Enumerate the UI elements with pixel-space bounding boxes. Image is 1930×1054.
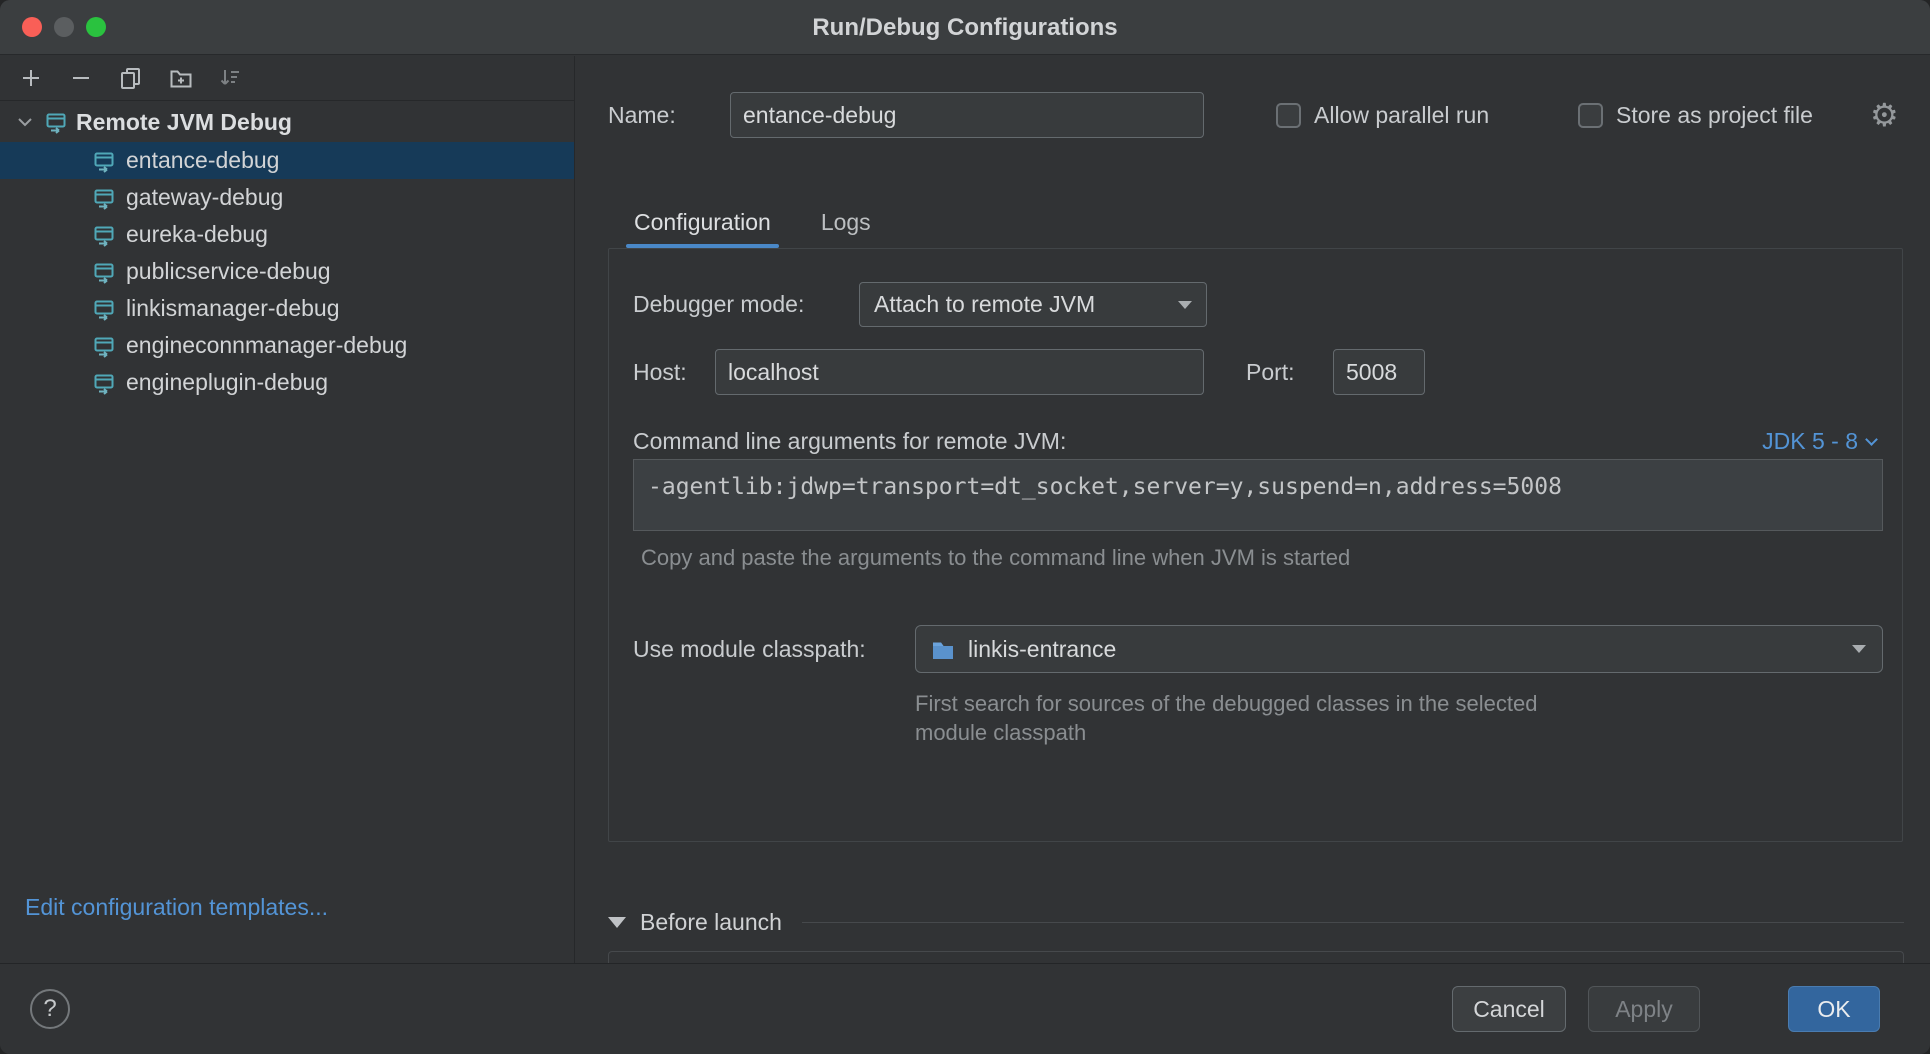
- remote-debug-icon: [92, 260, 116, 284]
- host-label: Host:: [633, 349, 687, 395]
- checkbox-icon: [1578, 103, 1603, 128]
- cmdline-arguments-box[interactable]: -agentlib:jdwp=transport=dt_socket,serve…: [633, 459, 1883, 531]
- module-classpath-hint-line: First search for sources of the debugged…: [915, 689, 1537, 718]
- before-launch-divider: [802, 922, 1904, 923]
- remote-debug-icon: [44, 110, 68, 134]
- remote-debug-icon: [92, 223, 116, 247]
- close-button[interactable]: [22, 17, 42, 37]
- add-configuration-button[interactable]: [18, 65, 44, 91]
- ok-button[interactable]: OK: [1788, 986, 1880, 1032]
- copy-configuration-button[interactable]: [118, 65, 144, 91]
- allow-parallel-run-checkbox[interactable]: Allow parallel run: [1276, 92, 1489, 138]
- footer-buttons: Cancel Apply OK: [1452, 986, 1880, 1032]
- tree-item-engineconnmanager-debug[interactable]: engineconnmanager-debug: [0, 327, 574, 364]
- sidebar-toolbar: [0, 56, 574, 101]
- chevron-down-icon[interactable]: [14, 111, 36, 133]
- remote-debug-icon: [92, 371, 116, 395]
- tree-item-eureka-debug[interactable]: eureka-debug: [0, 216, 574, 253]
- help-button[interactable]: ?: [30, 989, 70, 1029]
- debugger-mode-select[interactable]: Attach to remote JVM: [859, 282, 1207, 327]
- main-panel: Name: Allow parallel run Store as projec…: [576, 56, 1930, 963]
- tab-logs[interactable]: Logs: [813, 196, 879, 248]
- gear-icon[interactable]: ⚙: [1870, 97, 1899, 133]
- editor-tabs: Configuration Logs: [626, 196, 879, 248]
- sort-icon: [218, 65, 244, 91]
- copy-icon: [118, 65, 144, 91]
- cmdline-hint: Copy and paste the arguments to the comm…: [641, 545, 1350, 571]
- tree-item-engineplugin-debug[interactable]: engineplugin-debug: [0, 364, 574, 401]
- sidebar: Remote JVM Debug entance-debug gateway-d…: [0, 56, 575, 963]
- cmdline-arguments-text: -agentlib:jdwp=transport=dt_socket,serve…: [648, 474, 1868, 500]
- new-folder-icon: [168, 65, 194, 91]
- before-launch-toggle[interactable]: Before launch: [608, 902, 1904, 942]
- configuration-panel: Debugger mode: Attach to remote JVM Host…: [608, 248, 1903, 842]
- add-icon: [18, 65, 44, 91]
- window-title: Run/Debug Configurations: [0, 0, 1930, 55]
- host-field[interactable]: [715, 349, 1204, 395]
- tree-item-linkismanager-debug[interactable]: linkismanager-debug: [0, 290, 574, 327]
- tree-item-label: gateway-debug: [126, 184, 283, 211]
- store-as-project-file-label: Store as project file: [1616, 102, 1813, 129]
- tab-configuration[interactable]: Configuration: [626, 196, 779, 248]
- name-label: Name:: [608, 92, 676, 138]
- remove-configuration-button[interactable]: [68, 65, 94, 91]
- folder-icon: [930, 636, 956, 662]
- edit-templates-link[interactable]: Edit configuration templates...: [25, 894, 328, 921]
- store-as-project-file-checkbox[interactable]: Store as project file: [1578, 92, 1813, 138]
- tree-item-label: eureka-debug: [126, 221, 268, 248]
- remote-debug-icon: [92, 149, 116, 173]
- module-classpath-select[interactable]: linkis-entrance: [915, 625, 1883, 673]
- run-debug-configurations-dialog: Run/Debug Configurations: [0, 0, 1930, 1054]
- configurations-tree: Remote JVM Debug entance-debug gateway-d…: [0, 102, 574, 401]
- module-classpath-value: linkis-entrance: [968, 636, 1116, 663]
- dropdown-arrow-icon: [1852, 645, 1866, 653]
- window-titlebar: Run/Debug Configurations: [0, 0, 1930, 55]
- dropdown-arrow-icon: [1178, 301, 1192, 309]
- remove-icon: [68, 65, 94, 91]
- minimize-button[interactable]: [54, 17, 74, 37]
- debugger-mode-value: Attach to remote JVM: [874, 291, 1095, 318]
- tree-item-entance-debug[interactable]: entance-debug: [0, 142, 574, 179]
- tree-item-label: entance-debug: [126, 147, 279, 174]
- chevron-down-icon: [1865, 433, 1878, 446]
- port-label: Port:: [1246, 349, 1295, 395]
- debugger-mode-label: Debugger mode:: [633, 282, 804, 327]
- checkbox-icon: [1276, 103, 1301, 128]
- module-classpath-hint: First search for sources of the debugged…: [915, 689, 1537, 747]
- allow-parallel-run-label: Allow parallel run: [1314, 102, 1489, 129]
- name-field[interactable]: [730, 92, 1204, 138]
- tab-configuration-label: Configuration: [634, 209, 771, 235]
- tab-logs-label: Logs: [821, 209, 871, 235]
- tree-item-gateway-debug[interactable]: gateway-debug: [0, 179, 574, 216]
- tree-item-label: linkismanager-debug: [126, 295, 340, 322]
- cmdline-arguments-label: Command line arguments for remote JVM:: [633, 425, 1066, 457]
- zoom-button[interactable]: [86, 17, 106, 37]
- tree-group-label: Remote JVM Debug: [76, 109, 292, 136]
- jdk-version-label: JDK 5 - 8: [1762, 428, 1858, 455]
- remote-debug-icon: [92, 297, 116, 321]
- before-launch-label: Before launch: [640, 909, 782, 936]
- port-field[interactable]: [1333, 349, 1425, 395]
- tree-item-label: engineconnmanager-debug: [126, 332, 407, 359]
- cancel-button[interactable]: Cancel: [1452, 986, 1566, 1032]
- remote-debug-icon: [92, 334, 116, 358]
- new-folder-button[interactable]: [168, 65, 194, 91]
- tree-item-publicservice-debug[interactable]: publicservice-debug: [0, 253, 574, 290]
- module-classpath-hint-line: module classpath: [915, 718, 1537, 747]
- tree-group-remote-jvm-debug[interactable]: Remote JVM Debug: [0, 102, 574, 142]
- tree-item-label: engineplugin-debug: [126, 369, 328, 396]
- sort-configurations-button[interactable]: [218, 65, 244, 91]
- tree-item-label: publicservice-debug: [126, 258, 331, 285]
- apply-button[interactable]: Apply: [1588, 986, 1700, 1032]
- collapse-triangle-icon: [608, 917, 626, 928]
- remote-debug-icon: [92, 186, 116, 210]
- jdk-version-selector[interactable]: JDK 5 - 8: [1762, 425, 1876, 457]
- module-classpath-label: Use module classpath:: [633, 625, 866, 673]
- dialog-footer: ? Cancel Apply OK: [0, 963, 1930, 1054]
